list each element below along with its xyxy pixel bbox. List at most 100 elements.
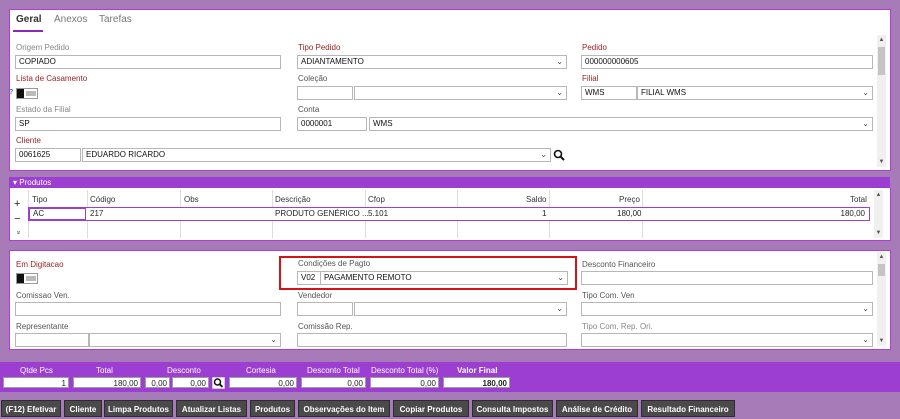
- desconto-label: Desconto: [167, 366, 201, 375]
- tipo-pedido-label: Tipo Pedido: [298, 43, 341, 52]
- desconto-pct-field[interactable]: 0,00: [145, 377, 170, 388]
- atualizar-listas-button[interactable]: Atualizar Listas: [176, 400, 247, 417]
- remove-row-icon[interactable]: −: [14, 213, 20, 225]
- desconto-total-pct-field[interactable]: 0,00: [370, 377, 439, 388]
- filial-label: Filial: [582, 74, 599, 83]
- conta-label: Conta: [298, 105, 320, 114]
- observacoes-item-button[interactable]: Observações do Item: [298, 400, 390, 417]
- search-icon[interactable]: [553, 149, 565, 161]
- conta-code-field[interactable]: 0000001: [297, 117, 367, 131]
- limpa-produtos-button[interactable]: Limpa Produtos: [104, 400, 173, 417]
- produtos-button[interactable]: Produtos: [250, 400, 295, 417]
- produtos-scrollbar[interactable]: ▲ ▼: [874, 190, 883, 238]
- vendedor-label: Vendedor: [298, 291, 333, 300]
- tipo-com-rep-ori-label: Tipo Com. Rep. Ori.: [582, 322, 653, 331]
- produtos-title: Produtos: [19, 178, 52, 187]
- status-toggle[interactable]: [16, 273, 38, 284]
- col-codigo[interactable]: Código: [90, 195, 115, 204]
- details-scrollbar[interactable]: ▲ ▼: [877, 252, 886, 346]
- tipo-com-rep-ori-select[interactable]: ⌄: [581, 333, 873, 347]
- toggle-track: [26, 91, 36, 96]
- col-preco[interactable]: Preço: [619, 195, 640, 204]
- chevron-down-icon: ⌄: [862, 88, 869, 97]
- comissao-rep-label: Comissão Rep.: [298, 322, 353, 331]
- cell-preco: 180,00: [617, 209, 642, 218]
- comissao-ven-label: Comissao Ven.: [16, 291, 70, 300]
- cell-total: 180,00: [840, 209, 865, 218]
- scroll-thumb[interactable]: [878, 47, 885, 75]
- cell-saldo: 1: [542, 209, 547, 218]
- col-total[interactable]: Total: [850, 195, 867, 204]
- copiar-produtos-button[interactable]: Copiar Produtos: [393, 400, 469, 417]
- consulta-impostos-button[interactable]: Consulta Impostos: [472, 400, 553, 417]
- lista-casamento-toggle[interactable]: [16, 88, 38, 99]
- conta-select[interactable]: WMS ⌄: [369, 117, 873, 131]
- toggle-knob: [17, 89, 24, 98]
- tab-anexos[interactable]: Anexos: [54, 14, 87, 25]
- tab-tarefas[interactable]: Tarefas: [99, 14, 132, 25]
- col-descricao[interactable]: Descrição: [275, 195, 311, 204]
- scroll-up-icon[interactable]: ▲: [874, 192, 883, 198]
- comissao-ven-field[interactable]: [15, 302, 281, 316]
- colecao-code-field[interactable]: [297, 86, 353, 100]
- qtde-pcs-field[interactable]: 1: [3, 377, 69, 388]
- estado-filial-field[interactable]: SP: [15, 117, 281, 131]
- pedido-field[interactable]: 000000000605: [581, 55, 873, 69]
- chevron-down-icon: ⌄: [862, 335, 869, 344]
- produtos-header[interactable]: ▾ Produtos: [9, 177, 890, 188]
- col-tipo[interactable]: Tipo: [32, 195, 47, 204]
- comissao-rep-field[interactable]: [297, 333, 567, 347]
- filial-code-field[interactable]: WMS: [581, 86, 637, 100]
- valor-final-label: Valor Final: [457, 366, 498, 375]
- scroll-down-icon[interactable]: ▼: [874, 230, 883, 236]
- cliente-code-field[interactable]: 0061625: [15, 148, 81, 162]
- tipo-com-ven-select[interactable]: ⌄: [581, 302, 873, 316]
- resultado-financeiro-button[interactable]: Resultado Financeiro: [641, 400, 735, 417]
- representante-code-field[interactable]: [15, 333, 89, 347]
- toggle-track: [26, 276, 36, 281]
- colecao-select[interactable]: ⌄: [354, 86, 567, 100]
- desconto-total-field[interactable]: 0,00: [301, 377, 366, 388]
- toggle-knob: [17, 274, 24, 283]
- filial-select[interactable]: FILIAL WMS ⌄: [637, 86, 873, 100]
- add-row-icon[interactable]: +: [14, 198, 20, 210]
- total-field[interactable]: 180,00: [73, 377, 141, 388]
- efetivar-button[interactable]: (F12) Efetivar: [1, 400, 61, 417]
- col-saldo[interactable]: Saldo: [526, 195, 546, 204]
- estado-filial-label: Estado da Filial: [16, 105, 71, 114]
- search-icon[interactable]: [212, 377, 225, 389]
- cliente-button[interactable]: Cliente: [64, 400, 102, 417]
- scroll-down-icon[interactable]: ▼: [877, 159, 886, 165]
- representante-label: Representante: [16, 322, 69, 331]
- cliente-label: Cliente: [16, 136, 41, 145]
- representante-select[interactable]: ⌄: [89, 333, 281, 347]
- col-cfop[interactable]: Cfop: [368, 195, 385, 204]
- general-scrollbar[interactable]: ▲ ▼: [877, 35, 886, 167]
- lista-casamento-label: Lista de Casamento: [16, 74, 88, 83]
- scroll-thumb[interactable]: [878, 264, 885, 276]
- desconto-financeiro-field[interactable]: [581, 271, 873, 285]
- total-label: Total: [96, 366, 113, 375]
- qtde-pcs-label: Qtde Pcs: [20, 366, 53, 375]
- scroll-up-icon[interactable]: ▲: [877, 37, 886, 43]
- scroll-up-icon[interactable]: ▲: [877, 254, 886, 260]
- help-icon[interactable]: ?: [9, 89, 13, 96]
- analise-credito-button[interactable]: Análise de Crédito: [556, 400, 638, 417]
- desconto-field[interactable]: 0,00: [172, 377, 209, 388]
- origem-pedido-field[interactable]: COPIADO: [15, 55, 281, 69]
- cortesia-field[interactable]: 0,00: [229, 377, 297, 388]
- chevron-down-icon: ⌄: [556, 88, 563, 97]
- tipo-pedido-select[interactable]: ADIANTAMENTO ⌄: [297, 55, 567, 69]
- expand-icon[interactable]: »: [14, 231, 21, 235]
- scroll-down-icon[interactable]: ▼: [877, 338, 886, 344]
- col-obs[interactable]: Obs: [184, 195, 199, 204]
- vendedor-select[interactable]: ⌄: [354, 302, 567, 316]
- pedido-label: Pedido: [582, 43, 607, 52]
- tab-geral[interactable]: Geral: [16, 14, 42, 25]
- table-row[interactable]: AC 217 PRODUTO GENÉRICO ... 5.101 1 180,…: [28, 207, 870, 221]
- vendedor-code-field[interactable]: [297, 302, 353, 316]
- chevron-down-icon: ⌄: [862, 304, 869, 313]
- cliente-select[interactable]: EDUARDO RICARDO ⌄: [82, 148, 551, 162]
- tipo-cell-marker: [29, 208, 86, 220]
- cell-cfop: 5.101: [368, 209, 389, 218]
